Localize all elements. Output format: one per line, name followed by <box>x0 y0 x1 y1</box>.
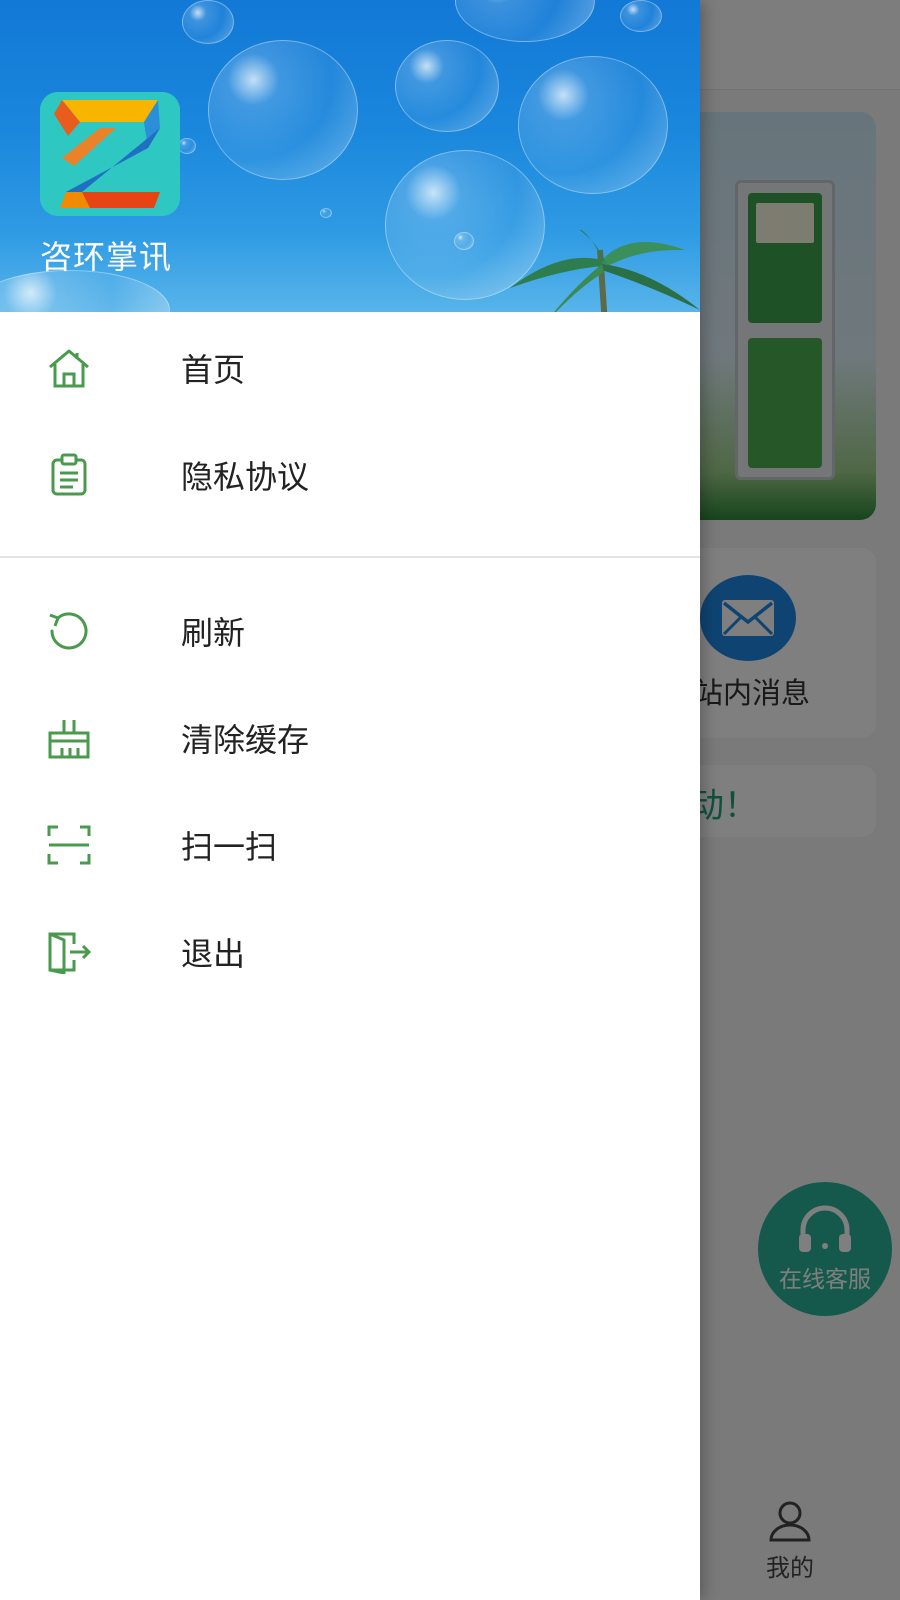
app-name: 咨环掌讯 <box>40 238 173 276</box>
exit-door-icon <box>46 929 92 975</box>
menu-item-refresh[interactable]: 刷新 <box>0 577 700 684</box>
menu-group-actions: 刷新 清除缓存 扫一扫 退出 <box>0 577 700 1005</box>
bubble-decoration <box>178 138 196 154</box>
bubble-decoration <box>395 40 499 132</box>
menu-item-label: 退出 <box>181 934 246 973</box>
menu-item-home[interactable]: 首页 <box>0 314 700 421</box>
refresh-icon <box>46 608 92 654</box>
bubble-decoration <box>182 0 234 44</box>
menu-item-scan[interactable]: 扫一扫 <box>0 791 700 898</box>
menu-item-exit[interactable]: 退出 <box>0 898 700 1005</box>
bubble-decoration <box>320 208 332 218</box>
home-icon <box>46 345 92 391</box>
palm-tree-decoration <box>510 230 700 312</box>
bubble-decoration <box>454 232 474 250</box>
menu-item-label: 隐私协议 <box>181 457 310 496</box>
navigation-drawer: 咨环掌讯 首页 隐私协议 刷新 清除缓存 扫一扫 退出 <box>0 0 700 1600</box>
clipboard-icon <box>46 452 92 498</box>
bubble-decoration <box>208 40 358 180</box>
menu-item-label: 扫一扫 <box>181 827 278 866</box>
app-logo <box>40 92 180 216</box>
menu-item-label: 清除缓存 <box>181 720 310 759</box>
drawer-header: 咨环掌讯 <box>0 0 700 312</box>
menu-item-label: 首页 <box>181 350 246 389</box>
bubble-decoration <box>620 0 662 32</box>
menu-item-label: 刷新 <box>181 613 246 652</box>
menu-group-main: 首页 隐私协议 <box>0 312 700 528</box>
bubble-decoration <box>518 56 668 194</box>
scan-icon <box>46 822 92 868</box>
menu-item-privacy[interactable]: 隐私协议 <box>0 421 700 528</box>
menu-item-clear-cache[interactable]: 清除缓存 <box>0 684 700 791</box>
broom-icon <box>46 715 92 761</box>
menu-divider <box>0 556 700 558</box>
bubble-decoration <box>455 0 595 42</box>
